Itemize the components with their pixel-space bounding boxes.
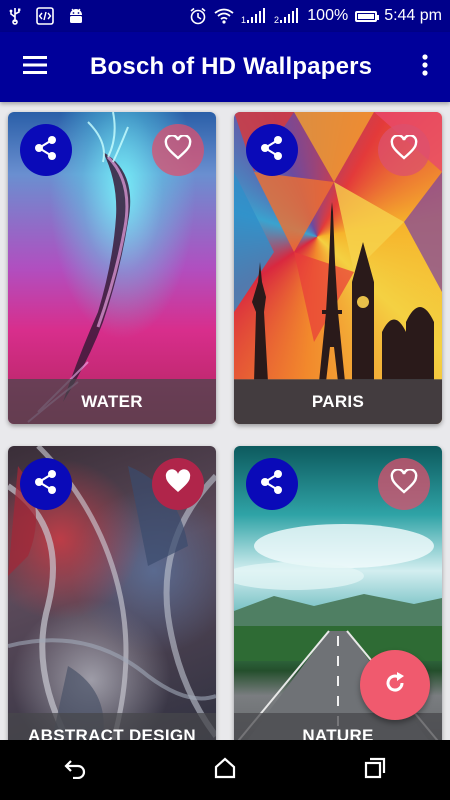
wallpaper-card-water[interactable]: WATER <box>8 112 216 424</box>
share-button[interactable] <box>246 458 298 510</box>
share-icon <box>33 135 59 166</box>
favorite-button[interactable] <box>378 124 430 176</box>
heart-outline-icon <box>390 133 418 166</box>
heart-filled-icon <box>164 468 192 500</box>
signal-1-icon: 1 <box>241 8 267 24</box>
wallpaper-label: NATURE <box>234 713 442 740</box>
wallpaper-card-abstract-design[interactable]: ABSTRACT DESIGN <box>8 446 216 740</box>
share-icon <box>259 135 285 166</box>
code-icon <box>36 7 54 25</box>
share-button[interactable] <box>20 458 72 510</box>
home-button[interactable] <box>195 740 255 800</box>
back-button[interactable] <box>45 740 105 800</box>
refresh-button[interactable] <box>360 650 430 720</box>
clock: 5:44 pm <box>384 7 442 24</box>
signal-2-icon: 2 <box>274 8 300 24</box>
share-icon <box>33 469 59 500</box>
favorite-button[interactable] <box>378 458 430 510</box>
svg-text:2: 2 <box>274 15 279 24</box>
wallpaper-grid: WATER PARIS ABSTRACT DESIGN NATURE <box>0 102 450 740</box>
favorite-button[interactable] <box>152 124 204 176</box>
refresh-icon <box>382 670 408 701</box>
navigation-bar <box>0 740 450 800</box>
usb-icon <box>8 7 22 25</box>
favorite-button[interactable] <box>152 458 204 510</box>
menu-button[interactable] <box>0 32 70 102</box>
share-button[interactable] <box>246 124 298 176</box>
menu-icon <box>23 55 47 80</box>
app-bar: Bosch of HD Wallpapers <box>0 32 450 102</box>
wallpaper-card-paris[interactable]: PARIS <box>234 112 442 424</box>
recents-button[interactable] <box>345 740 405 800</box>
alarm-icon <box>189 7 207 25</box>
wallpaper-label: ABSTRACT DESIGN <box>8 713 216 740</box>
recents-icon <box>364 757 386 784</box>
heart-outline-icon <box>390 467 418 500</box>
back-icon <box>63 757 87 784</box>
android-icon <box>68 7 84 25</box>
wifi-icon <box>214 8 234 24</box>
wallpaper-label: PARIS <box>234 379 442 424</box>
page-title: Bosch of HD Wallpapers <box>90 53 373 80</box>
share-icon <box>259 469 285 500</box>
battery-percent: 100% <box>307 7 349 24</box>
more-vert-icon <box>422 53 428 81</box>
more-options-button[interactable] <box>400 32 450 102</box>
status-bar: 1 2 100% 5:44 pm <box>0 0 450 32</box>
svg-text:1: 1 <box>241 15 246 24</box>
wallpaper-label: WATER <box>8 379 216 424</box>
heart-outline-icon <box>164 133 192 166</box>
battery-icon <box>355 10 380 22</box>
home-icon <box>214 757 236 784</box>
share-button[interactable] <box>20 124 72 176</box>
